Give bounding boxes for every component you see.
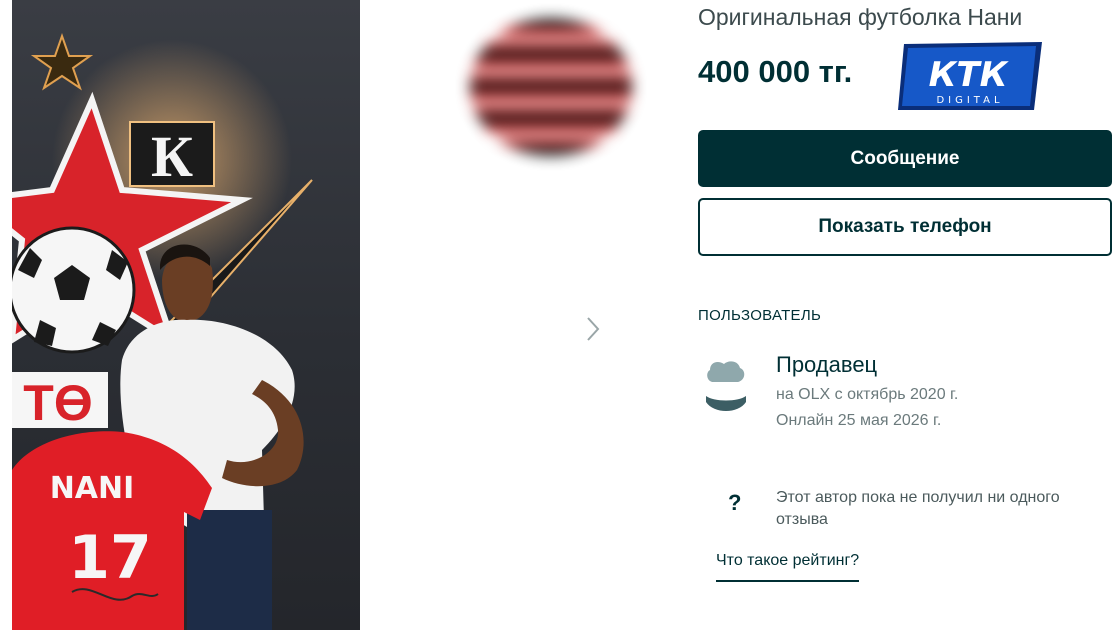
user-avatar-icon[interactable]	[704, 356, 748, 416]
question-mark-icon: ?	[728, 490, 742, 515]
what-is-rating-link[interactable]: Что такое рейтинг?	[716, 552, 860, 582]
gallery-thumbnail[interactable]	[470, 18, 632, 156]
crest-text: ТӨ	[23, 375, 92, 431]
chevron-right-icon[interactable]	[586, 316, 600, 342]
listing-photo[interactable]: К ТӨ NANI 17	[12, 0, 360, 630]
no-reviews-text: Этот автор пока не получил ни одного отз…	[776, 489, 1060, 528]
ktk-logo-subtext: DIGITAL	[936, 95, 1003, 106]
user-section-heading: ПОЛЬЗОВАТЕЛЬ	[698, 307, 822, 324]
player-jeans	[187, 510, 272, 630]
small-star-icon	[30, 32, 94, 91]
member-since: на OLX с октябрь 2020 г.	[776, 386, 959, 403]
message-button[interactable]: Сообщение	[698, 130, 1112, 187]
listing-price: 400 000 тг.	[698, 54, 853, 89]
user-avatar-icon-svg	[706, 361, 746, 411]
ktk-logo: КТК DIGITAL	[898, 40, 1042, 112]
show-phone-button[interactable]: Показать телефон	[698, 198, 1112, 256]
ktk-logo-graphic: КТК DIGITAL	[898, 42, 1042, 110]
left-margin	[0, 0, 12, 630]
crest-letter: К	[151, 124, 193, 189]
photo-scene: К ТӨ NANI 17	[12, 32, 313, 630]
last-online: Онлайн 25 мая 2026 г.	[776, 412, 942, 429]
ktk-logo-text: КТК	[929, 55, 1010, 95]
seller-name[interactable]: Продавец	[776, 352, 877, 378]
listing-title: Оригинальная футболка Нани	[698, 4, 1023, 30]
jersey-name: NANI	[50, 471, 135, 506]
jersey-number: 17	[68, 523, 152, 593]
chevron-right-icon-svg	[587, 317, 600, 341]
